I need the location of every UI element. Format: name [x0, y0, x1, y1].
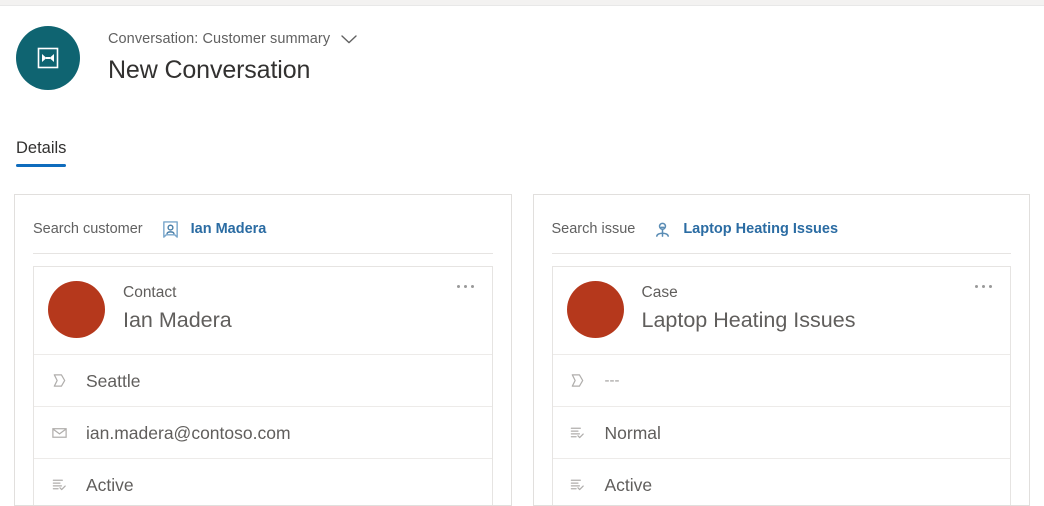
overflow-dot: [470, 285, 474, 288]
avatar: [566, 281, 624, 338]
envelope-icon: [48, 424, 70, 441]
avatar: [48, 281, 105, 338]
contact-status-value: Active: [86, 474, 134, 495]
page-title: New Conversation: [108, 56, 311, 84]
window-top-strip: [0, 0, 1044, 6]
case-location-value: ---: [604, 371, 620, 389]
chevron-down-icon[interactable]: [340, 33, 358, 45]
overflow-dot: [982, 285, 985, 288]
case-priority-value: Normal: [604, 422, 661, 443]
panel-row: Search customer Ian Madera Contact Ian M…: [14, 194, 1030, 506]
record-type-label: Contact: [123, 284, 177, 301]
contact-card-icon: [161, 220, 180, 239]
location-tag-icon: [48, 372, 70, 389]
case-priority-row: Normal: [552, 406, 1010, 458]
status-list-icon: [567, 476, 589, 493]
search-issue-label: Search issue: [551, 221, 636, 237]
contact-head-text: Contact Ian Madera: [123, 281, 232, 334]
header-text-block: Conversation: Customer summary New Conve…: [108, 26, 358, 85]
customer-search-row[interactable]: Search customer Ian Madera: [15, 195, 511, 243]
case-record-card: Case Laptop Heating Issues --- Normal Ac…: [551, 266, 1011, 505]
contact-location-row: Seattle: [34, 354, 492, 406]
contact-email-row: ian.madera@contoso.com: [34, 406, 492, 458]
status-list-icon: [48, 476, 70, 493]
tab-details-label: Details: [16, 139, 67, 157]
overflow-dot: [463, 285, 467, 288]
status-list-icon: [567, 424, 589, 441]
issue-panel: Search issue Laptop Heating Issues Case …: [532, 194, 1030, 506]
breadcrumb-label: Conversation: Customer summary: [108, 31, 331, 47]
case-head-text: Case Laptop Heating Issues: [642, 281, 856, 334]
overflow-dot: [975, 285, 978, 288]
overflow-dot: [456, 285, 460, 288]
record-name: Ian Madera: [123, 308, 232, 332]
overflow-menu-icon[interactable]: [453, 281, 478, 292]
customer-search-divider: [33, 253, 493, 254]
contact-email-value: ian.madera@contoso.com: [86, 422, 291, 443]
case-record-header: Case Laptop Heating Issues: [553, 267, 1011, 354]
issue-search-row[interactable]: Search issue Laptop Heating Issues: [534, 195, 1030, 243]
person-case-icon: [653, 220, 672, 239]
breadcrumb[interactable]: Conversation: Customer summary: [108, 29, 358, 49]
record-name: Laptop Heating Issues: [641, 308, 856, 332]
conversation-icon: [16, 26, 80, 90]
issue-search-divider: [551, 253, 1011, 254]
contact-location-value: Seattle: [86, 370, 141, 391]
tabstrip: Details: [16, 138, 67, 167]
customer-link[interactable]: Ian Madera: [191, 221, 267, 237]
tab-details[interactable]: Details: [16, 138, 67, 167]
customer-panel: Search customer Ian Madera Contact Ian M…: [14, 194, 512, 506]
case-status-value: Active: [604, 474, 653, 495]
case-location-row: ---: [552, 354, 1010, 406]
overflow-dot: [989, 285, 992, 288]
record-header: Conversation: Customer summary New Conve…: [16, 26, 358, 90]
contact-record-card: Contact Ian Madera Seattle ian.madera@co…: [33, 266, 493, 505]
case-status-row: Active: [552, 458, 1010, 505]
issue-link[interactable]: Laptop Heating Issues: [683, 221, 838, 237]
record-type-label: Case: [641, 284, 678, 301]
location-tag-icon: [567, 372, 589, 389]
overflow-menu-icon[interactable]: [971, 281, 996, 292]
search-customer-label: Search customer: [33, 221, 143, 237]
contact-status-row: Active: [34, 458, 492, 505]
contact-record-header: Contact Ian Madera: [34, 267, 492, 354]
